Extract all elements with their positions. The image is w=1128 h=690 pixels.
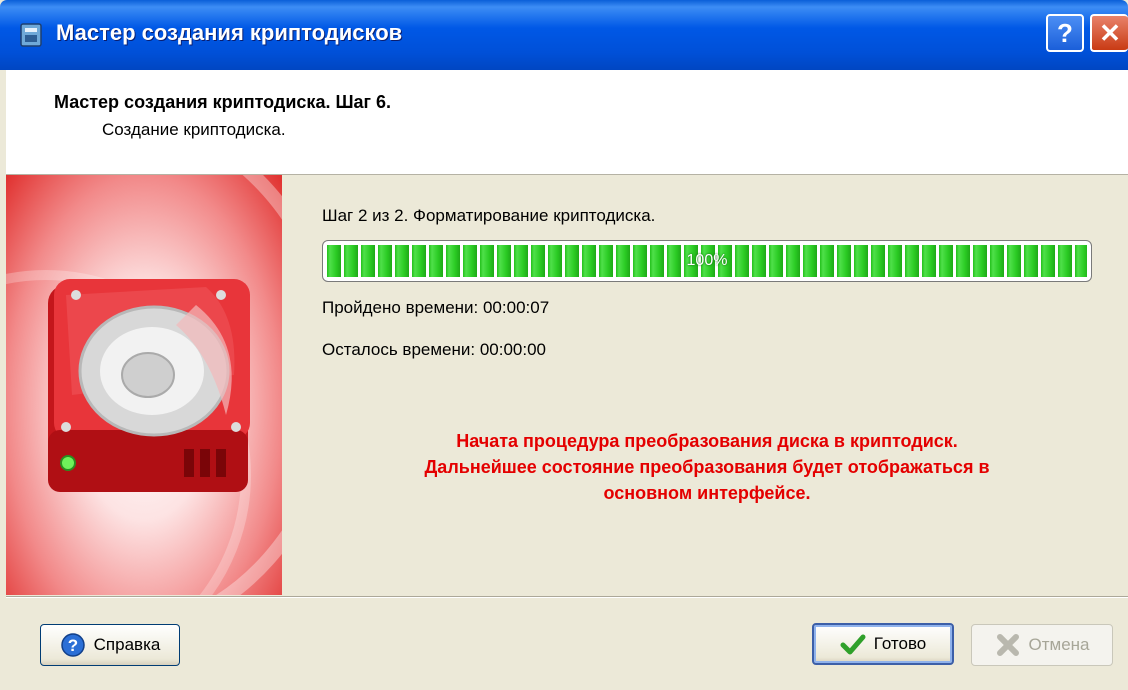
side-banner — [6, 175, 282, 595]
message-line: Начата процедура преобразования диска в … — [456, 431, 958, 451]
done-button[interactable]: Готово — [812, 623, 954, 665]
question-icon: ? — [1057, 18, 1073, 48]
x-cross-icon — [996, 634, 1019, 656]
progress-percent: 100% — [686, 252, 728, 269]
message-line: основном интерфейсе. — [603, 483, 811, 503]
help-question-icon: ? — [60, 633, 85, 657]
window-title: Мастер создания криптодисков — [56, 20, 403, 45]
header-title: Мастер создания криптодиска. Шаг 6. — [54, 92, 392, 112]
title-bar[interactable]: Мастер создания криптодисков ? ✕ — [0, 0, 1128, 70]
progress-bar: 100% — [322, 240, 1092, 282]
footer-divider — [6, 596, 1128, 598]
svg-text:?: ? — [67, 636, 77, 655]
title-help-button[interactable]: ? — [1046, 14, 1084, 52]
help-button[interactable]: ? Справка — [40, 624, 180, 666]
title-close-button[interactable]: ✕ — [1090, 14, 1128, 52]
done-button-label: Готово — [873, 634, 927, 653]
wizard-window: Мастер создания криптодисков ? ✕ Мастер … — [0, 0, 1128, 690]
remaining-time: Осталось времени: 00:00:00 — [322, 340, 547, 359]
close-icon: ✕ — [1099, 18, 1121, 48]
app-icon — [20, 23, 42, 47]
cancel-button[interactable]: Отмена — [971, 624, 1113, 666]
step-status: Шаг 2 из 2. Форматирование криптодиска. — [322, 206, 656, 225]
message-line: Дальнейшее состояние преобразования буде… — [424, 457, 990, 477]
help-button-label: Справка — [93, 635, 161, 654]
elapsed-time: Пройдено времени: 00:00:07 — [322, 298, 550, 317]
header-subtitle: Создание криптодиска. — [102, 120, 286, 139]
wizard-header: Мастер создания криптодиска. Шаг 6. Созд… — [6, 70, 1128, 175]
checkmark-icon — [840, 634, 866, 655]
cancel-button-label: Отмена — [1028, 635, 1090, 654]
hard-disk-icon — [6, 175, 282, 595]
status-message: Начата процедура преобразования диска в … — [322, 428, 1092, 506]
